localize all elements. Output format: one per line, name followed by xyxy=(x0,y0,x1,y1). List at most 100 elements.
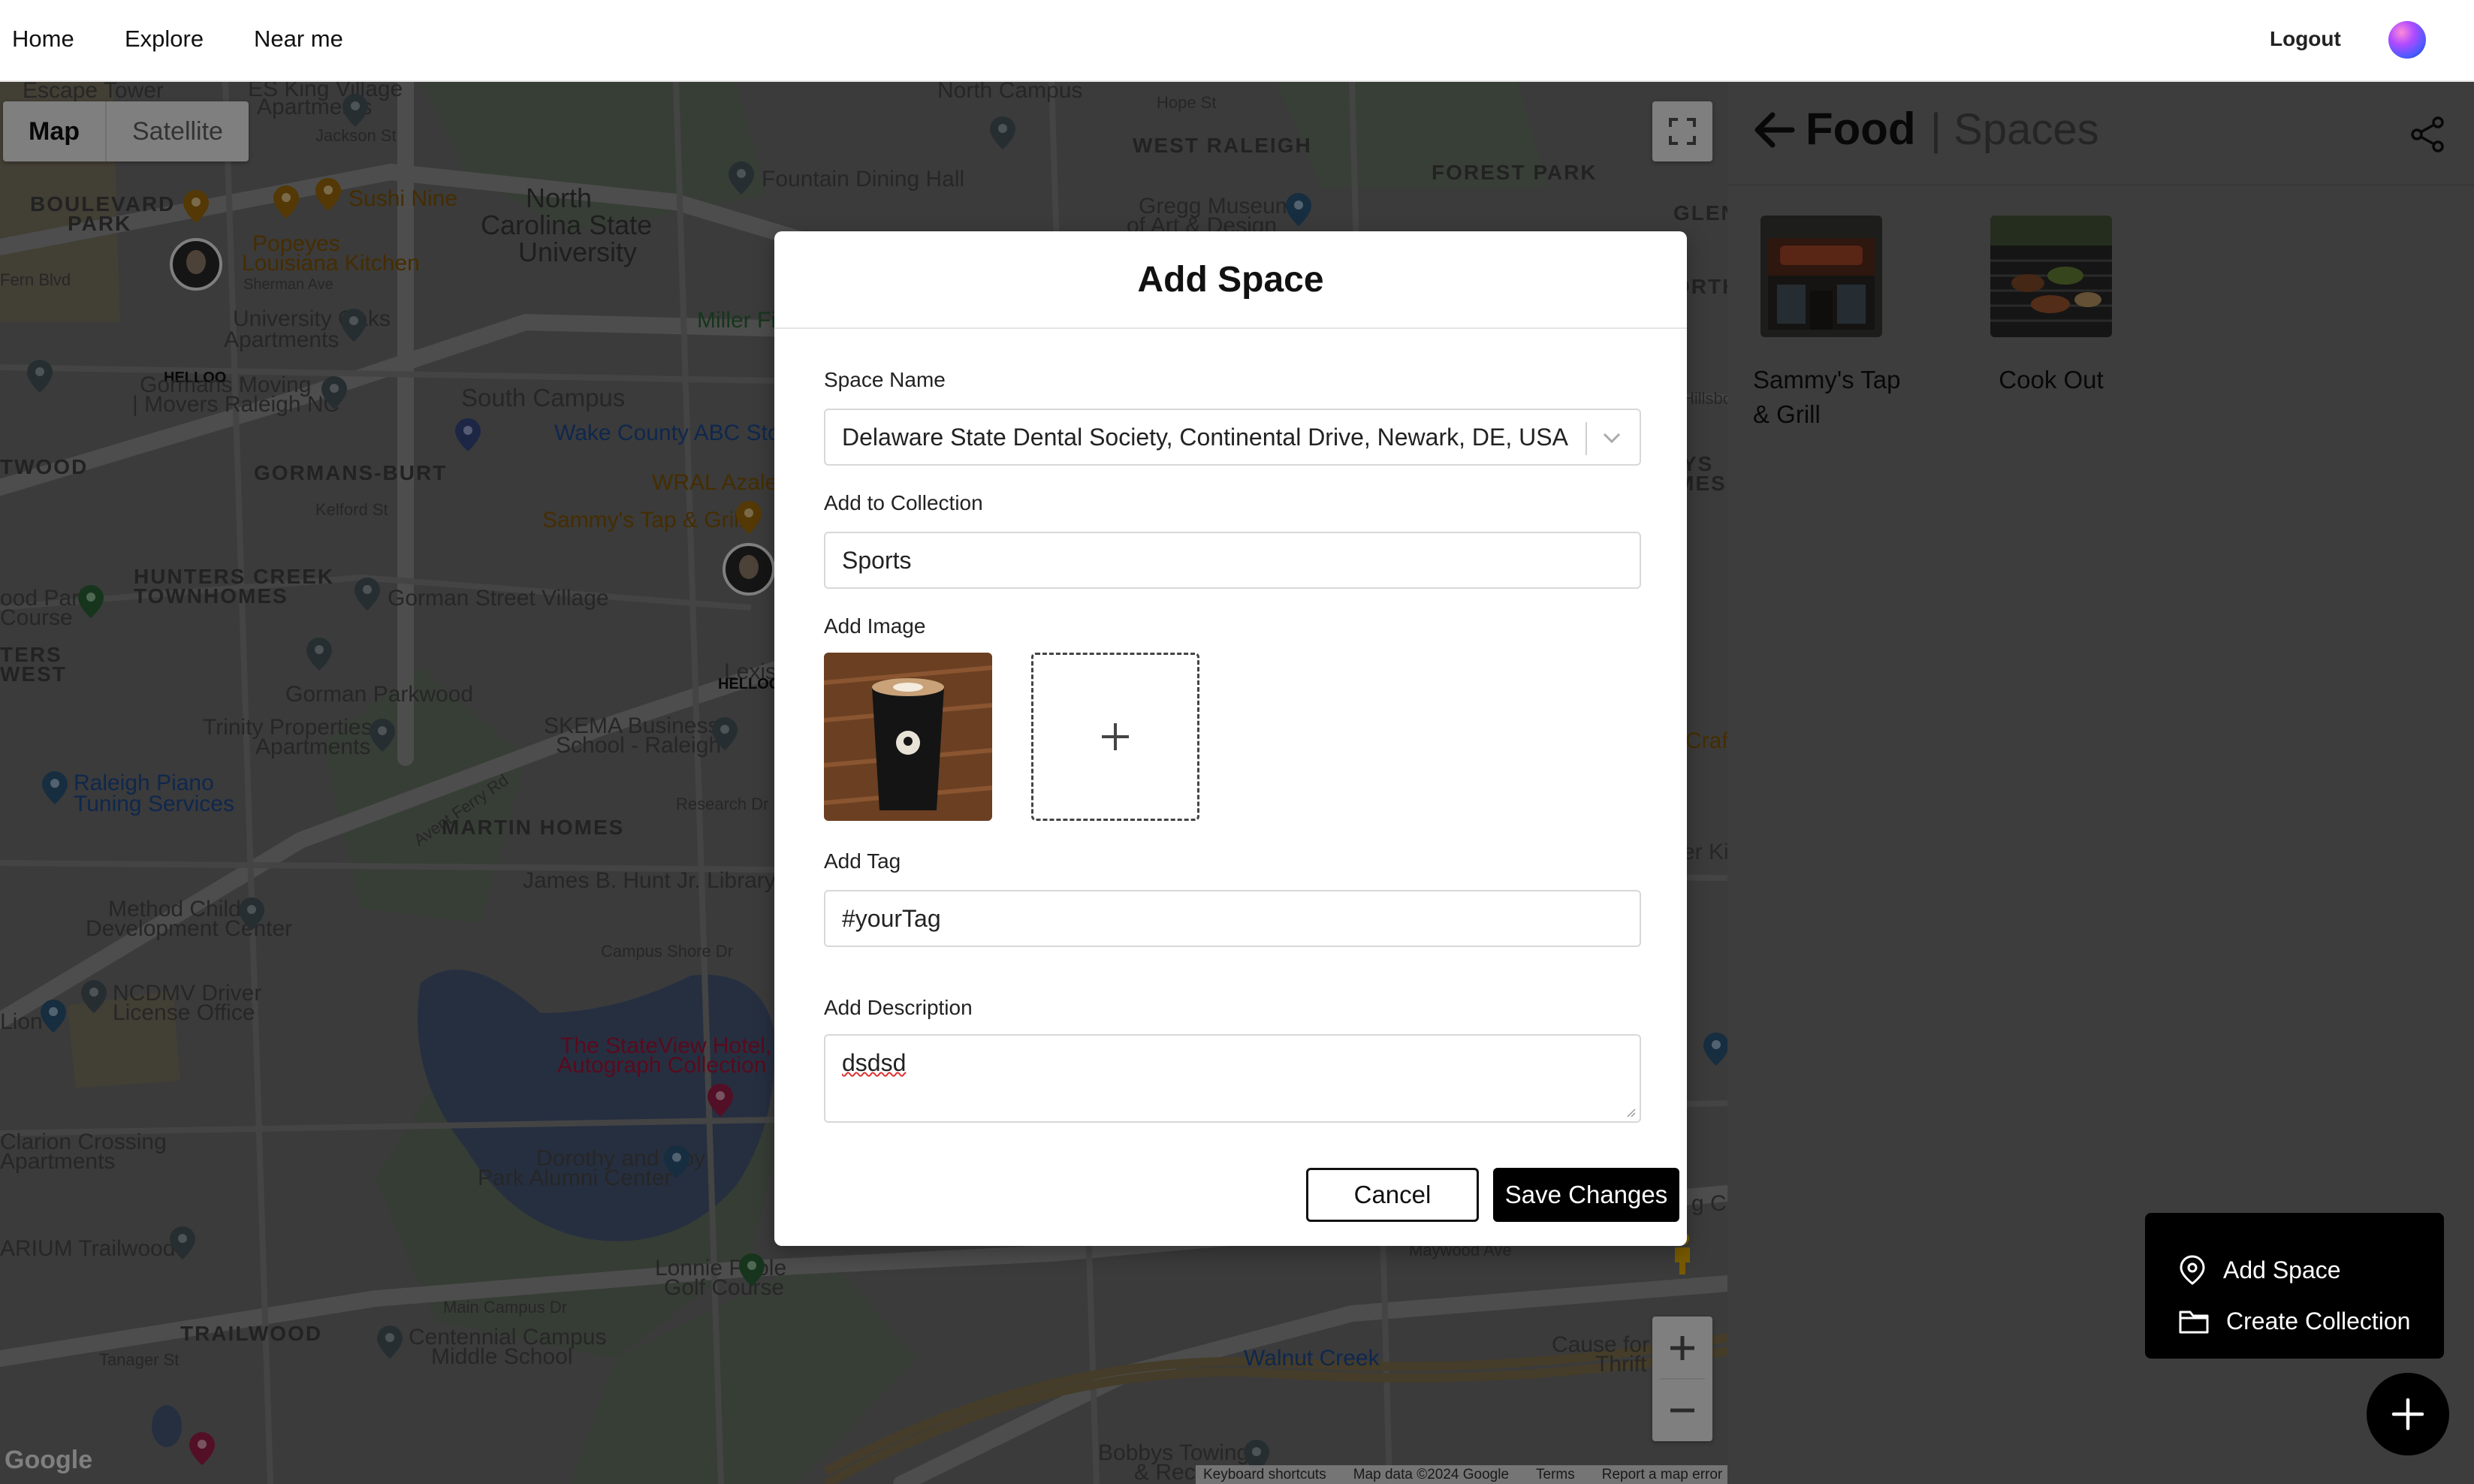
map-pin-icon[interactable] xyxy=(729,161,754,195)
space-name-label: Space Name xyxy=(824,368,946,391)
space-card[interactable]: Cook Out xyxy=(1957,216,2145,397)
add-space-menu-item[interactable]: Add Space xyxy=(2178,1244,2444,1295)
restaurant-pin-icon[interactable] xyxy=(183,190,209,223)
map-label: Tuning Services xyxy=(74,792,234,816)
nav-explore-link[interactable]: Explore xyxy=(125,26,204,53)
fullscreen-button[interactable] xyxy=(1652,101,1712,161)
share-icon[interactable] xyxy=(2408,115,2447,154)
user-marker[interactable] xyxy=(723,543,775,596)
map-label: GORMANS-BURT xyxy=(254,461,448,484)
museum-pin-icon[interactable] xyxy=(189,1432,215,1465)
government-pin-icon[interactable] xyxy=(81,980,107,1013)
create-collection-label: Create Collection xyxy=(2226,1307,2411,1335)
map-label: Thrift xyxy=(1595,1352,1647,1377)
map-label: Main Campus Dr xyxy=(443,1298,568,1317)
map-label: Middle School xyxy=(431,1344,573,1369)
nav-home-link[interactable]: Home xyxy=(12,26,74,53)
hotel-pin-icon[interactable] xyxy=(708,1084,733,1117)
space-name-value: Delaware State Dental Society, Continent… xyxy=(842,423,1568,451)
store-pin-icon[interactable] xyxy=(42,771,68,804)
school-pin-icon[interactable] xyxy=(990,116,1015,149)
store-pin-icon[interactable] xyxy=(41,1000,66,1033)
uploaded-image[interactable] xyxy=(824,653,992,821)
restaurant-pin-icon[interactable] xyxy=(315,178,341,211)
keyboard-shortcuts-link[interactable]: Keyboard shortcuts xyxy=(1203,1467,1326,1482)
description-textarea[interactable]: dsdsd xyxy=(824,1034,1641,1123)
map-label: School - Raleigh xyxy=(556,733,722,758)
map-pin-icon[interactable] xyxy=(27,360,53,393)
map-label: North Campus xyxy=(937,82,1083,103)
map-label: Gorman Parkwood xyxy=(285,682,474,707)
restaurant-pin-icon[interactable] xyxy=(273,186,299,219)
school-pin-icon[interactable] xyxy=(712,717,738,750)
map-data-text: Map data ©2024 Google xyxy=(1353,1467,1510,1482)
map-label: Course xyxy=(0,605,73,630)
collection-input[interactable]: Sports xyxy=(824,532,1641,589)
restaurant-pin-icon[interactable] xyxy=(736,501,762,534)
map-label: PARK xyxy=(68,212,132,235)
map-pin-icon[interactable] xyxy=(170,1226,195,1259)
zoom-out-button[interactable] xyxy=(1652,1379,1712,1441)
tag-input[interactable]: #yourTag xyxy=(824,890,1641,947)
map-pin-icon[interactable] xyxy=(355,578,380,611)
space-name-select[interactable]: Delaware State Dental Society, Continent… xyxy=(824,409,1641,466)
map-label: ARIUM Trailwood xyxy=(0,1236,176,1261)
create-collection-menu-item[interactable]: Create Collection xyxy=(2178,1295,2444,1347)
arrow-left-icon[interactable] xyxy=(1753,110,1795,149)
user-avatar[interactable] xyxy=(2388,21,2426,59)
add-image-button[interactable] xyxy=(1031,653,1199,821)
map-label: WEST RALEIGH xyxy=(1133,134,1312,157)
map-label: Wake County ABC Store xyxy=(554,421,801,445)
map-label: g Co xyxy=(1691,1191,1727,1216)
nav-near-me-link[interactable]: Near me xyxy=(254,26,343,53)
zoom-control xyxy=(1652,1317,1712,1441)
modal-title: Add Space xyxy=(1137,259,1324,300)
collection-label: Add to Collection xyxy=(824,491,983,514)
panel-title: Food xyxy=(1806,104,1916,154)
user-marker[interactable] xyxy=(170,238,222,291)
map-pin-icon[interactable] xyxy=(341,309,367,342)
logout-button[interactable]: Logout xyxy=(2270,27,2341,51)
resize-grip-icon[interactable] xyxy=(1625,1106,1637,1118)
cancel-button[interactable]: Cancel xyxy=(1306,1168,1479,1222)
map-label: Hillsbo xyxy=(1682,389,1727,408)
map-pin-icon[interactable] xyxy=(306,638,332,671)
map-pin-icon[interactable] xyxy=(239,897,264,931)
parking-pin-icon[interactable] xyxy=(455,418,481,451)
collection-value: Sports xyxy=(842,546,912,574)
map-label: Craft xyxy=(1685,728,1727,753)
map-label: TWOOD xyxy=(0,455,89,478)
report-error-link[interactable]: Report a map error xyxy=(1602,1467,1723,1482)
map-pin-icon[interactable] xyxy=(1703,1033,1727,1066)
map-label: GLEN xyxy=(1673,201,1727,225)
map-pin-icon[interactable] xyxy=(342,94,368,127)
space-card-title: Sammy's Tap & Grill xyxy=(1753,366,1901,429)
map-pin-icon[interactable] xyxy=(370,719,395,752)
map-type-map-button[interactable]: Map xyxy=(3,101,105,161)
golf-pin-icon[interactable] xyxy=(78,585,104,618)
plus-icon xyxy=(2391,1398,2424,1431)
chevron-down-icon[interactable] xyxy=(1602,431,1622,445)
map-label: Louisiana Kitchen xyxy=(242,251,420,276)
plus-icon xyxy=(1102,723,1129,750)
map-pin-icon[interactable] xyxy=(321,376,347,409)
map-label: Research Dr xyxy=(676,795,769,813)
zoom-in-button[interactable] xyxy=(1652,1317,1712,1379)
image-label: Add Image xyxy=(824,614,926,638)
map-pin-icon[interactable] xyxy=(664,1145,689,1178)
save-changes-button[interactable]: Save Changes xyxy=(1493,1168,1679,1222)
space-card[interactable]: Sammy's Tap & Grill xyxy=(1727,216,1915,432)
golf-pin-icon[interactable] xyxy=(739,1253,765,1286)
add-fab-button[interactable] xyxy=(2367,1373,2449,1455)
school-pin-icon[interactable] xyxy=(377,1326,403,1359)
map-label: Escape Tower xyxy=(23,82,164,103)
map-label: University xyxy=(518,237,638,267)
museum-pin-icon[interactable] xyxy=(1286,193,1311,226)
map-label: Golf Course xyxy=(664,1275,785,1300)
map-type-control: Map Satellite xyxy=(3,101,249,161)
map-type-satellite-button[interactable]: Satellite xyxy=(105,101,249,161)
location-pin-icon xyxy=(2180,1255,2205,1285)
map-label: FOREST PARK xyxy=(1432,161,1598,184)
terms-link[interactable]: Terms xyxy=(1536,1467,1575,1482)
map-label: South Campus xyxy=(461,384,626,412)
